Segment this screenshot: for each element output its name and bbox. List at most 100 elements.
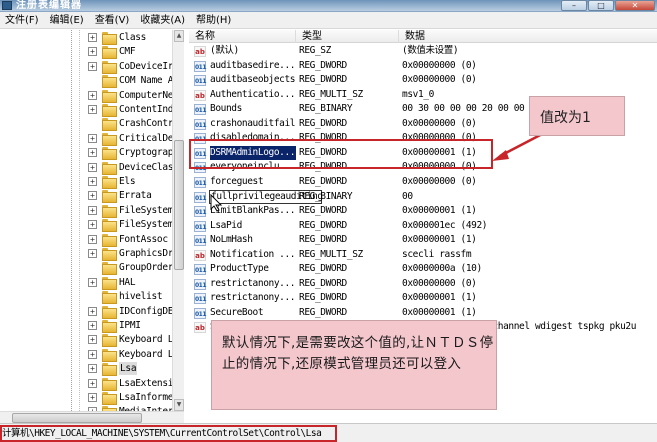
menu-edit[interactable]: 编辑(E) [45,13,90,28]
minimize-button[interactable]: – [561,0,587,11]
tree-item[interactable]: + ContentInd [0,103,174,117]
expand-icon[interactable]: + [88,349,97,359]
tree-item[interactable]: + FontAssoc [0,233,172,247]
tree-item[interactable]: CrashContr [0,117,174,132]
expand-icon[interactable]: + [88,321,97,330]
value-row[interactable]: 011 restrictanony... REG_DWORD 0x00000000 (… [189,277,657,292]
value-row[interactable]: ab (默认) REG_SZ (数值未设置) [189,44,657,59]
expand-icon[interactable]: + [88,90,97,100]
expand-icon[interactable]: + [88,378,97,388]
tree-item[interactable]: GroupOrder [0,261,174,276]
title-bar: 注册表编辑器 – □ ✕ [0,0,657,12]
expand-icon[interactable]: + [88,306,97,316]
folder-icon [102,104,117,117]
menu-file[interactable]: 文件(F) [0,13,45,28]
tree-item-label: ComputerNe [119,89,174,101]
expand-icon[interactable]: + [88,393,97,402]
expand-icon[interactable]: + [88,148,97,158]
scroll-down-icon[interactable]: ▼ [174,399,184,411]
value-type: REG_BINARY [299,190,353,202]
value-data: 0x00000000 (0) [402,59,477,71]
callout-note: 默认情况下,是需要改这个值的,让ＮＴＤＳ停止的情况下,还原模式管理员还可以登入 [211,320,497,410]
tree-item[interactable]: + CMF [0,45,172,60]
tree-item-label: Errata [119,190,152,202]
expand-icon[interactable]: + [88,33,97,42]
tree-item[interactable]: + Class [0,31,172,45]
value-type: REG_DWORD [299,205,347,217]
column-name[interactable]: 名称 [189,30,296,43]
value-row[interactable]: 011 restrictanony... REG_DWORD 0x00000001 (… [189,291,657,306]
tree-item-label: COM Name A [119,75,174,87]
value-data: 0x00000001 (1) [402,292,477,304]
tree-item[interactable]: + Cryptograp [0,146,174,161]
value-row[interactable]: 011 ProductType REG_DWORD 0x0000000a (10) [189,262,657,277]
tree-item[interactable]: + ComputerNe [0,89,174,103]
tree-item[interactable]: + Lsa [0,362,172,377]
tree-item[interactable]: + HAL [0,276,172,290]
binary-value-icon: 011 [194,307,207,319]
tree-item[interactable]: + IPMI [0,319,172,333]
tree-item[interactable]: + IDConfigDE [0,305,174,319]
tree-item[interactable]: COM Name A [0,74,174,89]
value-name: crashonauditfail [210,117,296,129]
tree-item[interactable]: + LsaExtensi [0,377,174,391]
menu-help[interactable]: 帮助(H) [191,13,237,28]
value-row[interactable]: 011 SecureBoot REG_DWORD 0x00000001 (1) [189,306,657,321]
value-row[interactable]: 011 LsaPid REG_DWORD 0x000001ec (492) [189,219,657,234]
menu-view[interactable]: 查看(V) [90,13,136,28]
expand-icon[interactable]: + [88,205,97,215]
tree-item[interactable]: hivelist [0,290,172,305]
hscroll-thumb[interactable] [12,413,142,423]
column-type[interactable]: 类型 [296,30,399,43]
close-button[interactable]: ✕ [615,0,655,11]
expand-icon[interactable]: + [88,105,97,114]
expand-icon[interactable]: + [88,335,97,345]
expand-icon[interactable]: + [88,364,97,374]
tree-vertical-scrollbar[interactable]: ▲ ▼ [172,30,184,411]
tree-item[interactable]: + LsaInforme [0,391,174,405]
value-row[interactable]: 011 auditbasedire... REG_DWORD 0x00000000 (… [189,59,657,74]
maximize-button[interactable]: □ [588,0,614,11]
expand-icon[interactable]: + [88,61,97,71]
value-data: scecli rassfm [402,248,472,260]
expand-icon[interactable]: + [88,191,97,201]
tree-horizontal-scrollbar[interactable] [0,411,184,423]
value-row[interactable]: 011 LimitBlankPas... REG_DWORD 0x00000001 (… [189,204,657,219]
folder-icon [102,219,117,233]
expand-icon[interactable]: + [88,220,97,230]
tree-item[interactable]: + GraphicsDr [0,247,174,261]
value-row[interactable]: 011 NoLmHash REG_DWORD 0x00000001 (1) [189,233,657,248]
value-row[interactable]: 011 auditbaseobjects REG_DWORD 0x00000000 (… [189,73,657,88]
value-row[interactable]: 011 forceguest REG_DWORD 0x00000000 (0) [189,175,657,190]
expand-icon[interactable]: + [88,277,97,287]
expand-icon[interactable]: + [88,162,97,172]
value-data: 0x00000001 (1) [402,234,477,246]
expand-icon[interactable]: + [88,47,97,57]
scroll-up-icon[interactable]: ▲ [174,30,184,42]
expand-icon[interactable]: + [88,234,97,244]
expand-icon[interactable]: + [88,177,97,186]
expand-icon[interactable]: + [88,133,97,143]
tree-item-label: hivelist [119,291,163,303]
tree-item[interactable]: + DeviceClas [0,161,174,175]
tree-item[interactable]: + CriticalDe [0,132,174,146]
value-row[interactable]: ab Notification ... REG_MULTI_SZ scecli ras… [189,248,657,263]
value-row[interactable]: 011 fullprivilegeauditing REG_BINARY 00 [189,189,657,205]
tree-item[interactable]: + FileSystem [0,218,174,233]
value-type: REG_DWORD [299,219,347,231]
value-type: REG_DWORD [299,74,347,86]
tree-item[interactable]: + Keyboard L [0,333,174,348]
tree-item[interactable]: + FileSystem [0,204,174,218]
value-name: (默认) [210,45,239,56]
binary-value-icon: 011 [194,118,207,130]
menu-favorites[interactable]: 收藏夹(A) [135,13,191,28]
tree-item[interactable]: + Keyboard L [0,348,174,362]
expand-icon[interactable]: + [88,249,97,258]
scroll-thumb[interactable] [174,140,184,270]
tree-item[interactable]: + Errata [0,189,172,204]
tree-item[interactable]: + CoDeviceIr [0,60,174,74]
folder-icon [102,190,117,204]
column-data[interactable]: 数据 [399,30,657,43]
status-bar: 计算机\HKEY_LOCAL_MACHINE\SYSTEM\CurrentCon… [0,423,657,442]
tree-item[interactable]: + Els [0,175,172,189]
